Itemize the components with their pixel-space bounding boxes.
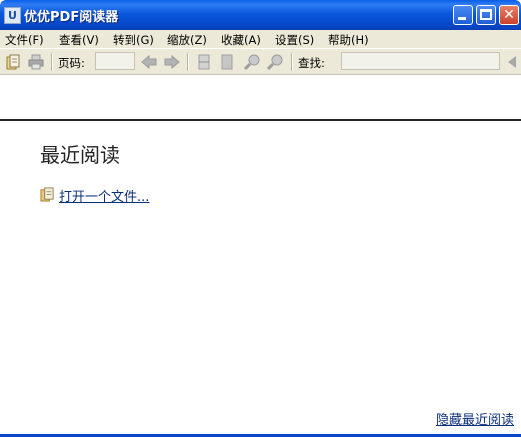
page-number-input[interactable] xyxy=(95,52,135,70)
content-divider xyxy=(0,119,521,121)
toolbar-separator xyxy=(51,53,53,71)
menu-goto[interactable]: 转到(G) xyxy=(113,32,154,48)
hide-recent-reading-link[interactable]: 隐藏最近阅读 xyxy=(436,409,514,428)
recent-reading-title: 最近阅读 xyxy=(40,143,120,167)
minimize-button[interactable] xyxy=(453,5,473,25)
menu-settings[interactable]: 设置(S) xyxy=(275,32,314,48)
fit-width-icon[interactable] xyxy=(196,54,212,70)
fit-page-icon[interactable] xyxy=(219,54,235,70)
maximize-icon xyxy=(480,9,492,20)
close-button[interactable]: ✕ xyxy=(499,5,519,25)
title-bar[interactable]: U 优优PDF阅读器 ✕ xyxy=(0,0,521,30)
page-label: 页码: xyxy=(58,56,85,70)
recent-reading-panel: 最近阅读 打开一个文件... 隐藏最近阅读 xyxy=(0,75,521,434)
open-file-icon xyxy=(40,187,54,202)
menu-view[interactable]: 查看(V) xyxy=(59,32,99,48)
minimize-icon xyxy=(458,17,466,20)
menu-bar: 文件(F) 查看(V) 转到(G) 缩放(Z) 收藏(A) 设置(S) 帮助(H… xyxy=(0,30,521,48)
previous-page-arrow-icon[interactable] xyxy=(141,54,157,70)
open-file-link[interactable]: 打开一个文件... xyxy=(59,186,149,205)
zoom-out-icon[interactable] xyxy=(267,54,283,70)
toolbar: 页码: 查找: xyxy=(0,48,521,75)
print-icon[interactable] xyxy=(28,54,44,70)
toolbar-separator xyxy=(187,53,189,71)
app-logo-icon: U xyxy=(4,7,21,24)
toolbar-separator xyxy=(291,53,293,71)
menu-zoom[interactable]: 缩放(Z) xyxy=(167,32,207,48)
menu-favorites[interactable]: 收藏(A) xyxy=(221,32,261,48)
maximize-button[interactable] xyxy=(476,5,496,25)
menu-help[interactable]: 帮助(H) xyxy=(328,32,369,48)
next-page-arrow-icon[interactable] xyxy=(164,54,180,70)
close-icon: ✕ xyxy=(503,7,515,23)
window-title: 优优PDF阅读器 xyxy=(24,10,119,25)
menu-file[interactable]: 文件(F) xyxy=(5,32,44,48)
find-label: 查找: xyxy=(298,56,325,70)
app-window: U 优优PDF阅读器 ✕ 文件(F) 查看(V) 转到(G) 缩放(Z) 收藏(… xyxy=(0,0,521,437)
zoom-in-icon[interactable] xyxy=(244,54,260,70)
find-previous-arrow-icon[interactable] xyxy=(506,54,518,70)
find-input[interactable] xyxy=(341,52,500,70)
open-file-icon[interactable] xyxy=(5,54,21,70)
